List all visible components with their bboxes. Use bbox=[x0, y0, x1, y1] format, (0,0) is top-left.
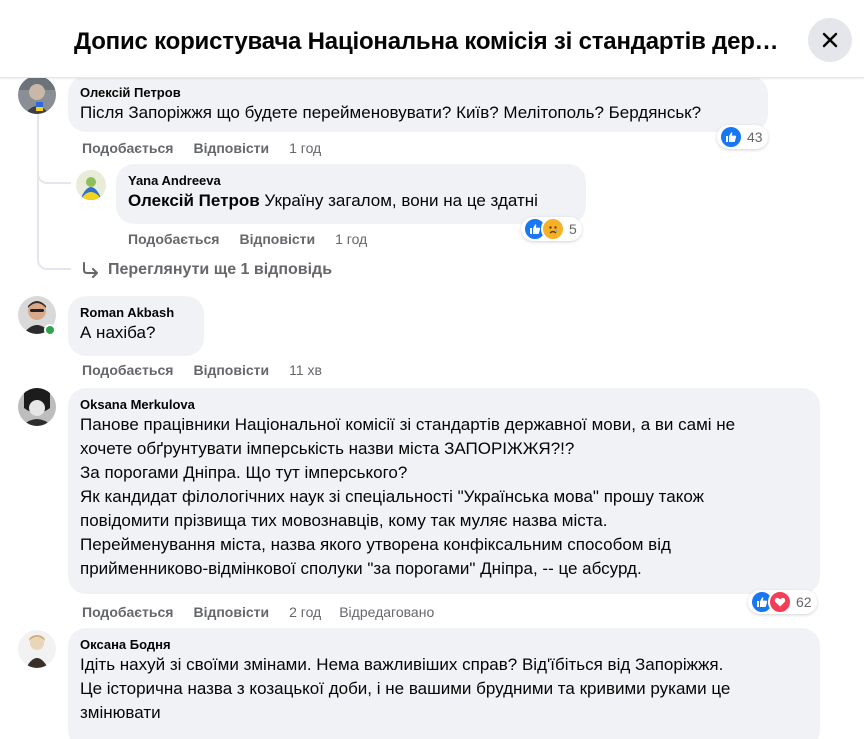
comment-timestamp[interactable]: 2 год bbox=[289, 604, 321, 620]
comment-bubble: Oksana Merkulova Панове працівники Націо… bbox=[68, 388, 820, 594]
like-button[interactable]: Подобається bbox=[82, 604, 173, 620]
comment-author[interactable]: Roman Akbash bbox=[80, 304, 192, 321]
avatar[interactable] bbox=[18, 630, 56, 668]
comment-bubble: Roman Akbash А нахіба? bbox=[68, 296, 204, 356]
comment-timestamp[interactable]: 1 год bbox=[289, 140, 321, 156]
reaction-summary[interactable]: 62 bbox=[748, 590, 817, 614]
comment-text: Після Запоріжжя що будете перейменовуват… bbox=[80, 103, 702, 122]
dialog-header: Допис користувача Національна комісія зі… bbox=[0, 0, 864, 78]
reaction-count: 43 bbox=[747, 129, 763, 145]
reply-arrow-icon bbox=[83, 262, 98, 278]
close-icon bbox=[822, 32, 838, 48]
reaction-count: 62 bbox=[796, 594, 812, 610]
view-more-replies-link[interactable]: Переглянути ще 1 відповідь bbox=[82, 261, 332, 279]
dialog-title: Допис користувача Національна комісія зі… bbox=[74, 28, 786, 55]
comments-feed[interactable]: Олексій Петров Після Запоріжжя що будете… bbox=[0, 78, 864, 739]
avatar[interactable] bbox=[76, 170, 106, 200]
like-button[interactable]: Подобається bbox=[82, 140, 173, 156]
like-button[interactable]: Подобається bbox=[128, 231, 219, 247]
comment-author[interactable]: Yana Andreeva bbox=[128, 172, 574, 189]
comment-bubble: Олексій Петров Після Запоріжжя що будете… bbox=[68, 78, 768, 132]
comment-actions: Подобається Відповісти 1 год bbox=[82, 140, 339, 156]
thread-connector bbox=[37, 178, 71, 270]
reply-button[interactable]: Відповісти bbox=[193, 140, 269, 156]
comment-text: Панове працівники Національної комісії з… bbox=[80, 415, 736, 578]
comment-author[interactable]: Oksana Merkulova bbox=[80, 396, 808, 413]
comment-text: Україну загалом, вони на це здатні bbox=[264, 191, 538, 210]
love-reaction-icon bbox=[768, 590, 792, 614]
comment-bubble: Оксана Бодня Ідіть нахуй зі своїми зміна… bbox=[68, 628, 820, 739]
reaction-count: 5 bbox=[569, 221, 577, 237]
like-reaction-icon bbox=[719, 125, 743, 149]
comment-timestamp[interactable]: 11 хв bbox=[289, 362, 322, 378]
reply-button[interactable]: Відповісти bbox=[193, 604, 269, 620]
reply-actions: Подобається Відповісти 1 год bbox=[128, 231, 385, 247]
avatar[interactable] bbox=[18, 388, 56, 426]
comment-author[interactable]: Оксана Бодня bbox=[80, 636, 808, 653]
reply-button[interactable]: Відповісти bbox=[193, 362, 269, 378]
like-button[interactable]: Подобається bbox=[82, 362, 173, 378]
sad-reaction-icon bbox=[541, 217, 565, 241]
avatar[interactable] bbox=[18, 78, 56, 114]
comment-text: А нахіба? bbox=[80, 323, 156, 342]
reply-button[interactable]: Відповісти bbox=[239, 231, 315, 247]
reaction-summary[interactable]: 5 bbox=[521, 217, 582, 241]
comment-author[interactable]: Олексій Петров bbox=[80, 84, 756, 101]
close-button[interactable] bbox=[808, 18, 852, 62]
comment-actions: Подобається Відповісти 2 год Відредагова… bbox=[82, 604, 434, 620]
comment-timestamp[interactable]: 1 год bbox=[335, 231, 367, 247]
reply-bubble: Yana Andreeva Олексій Петров Україну заг… bbox=[116, 164, 586, 224]
view-more-replies-label: Переглянути ще 1 відповідь bbox=[108, 261, 333, 278]
comment-text: Ідіть нахуй зі своїми змінами. Нема важл… bbox=[80, 655, 731, 722]
edited-label[interactable]: Відредаговано bbox=[339, 604, 434, 620]
reaction-summary[interactable]: 43 bbox=[717, 125, 768, 149]
comment-actions: Подобається Відповісти 11 хв bbox=[82, 362, 340, 378]
mention-link[interactable]: Олексій Петров bbox=[128, 191, 260, 210]
online-status-indicator bbox=[44, 324, 56, 336]
